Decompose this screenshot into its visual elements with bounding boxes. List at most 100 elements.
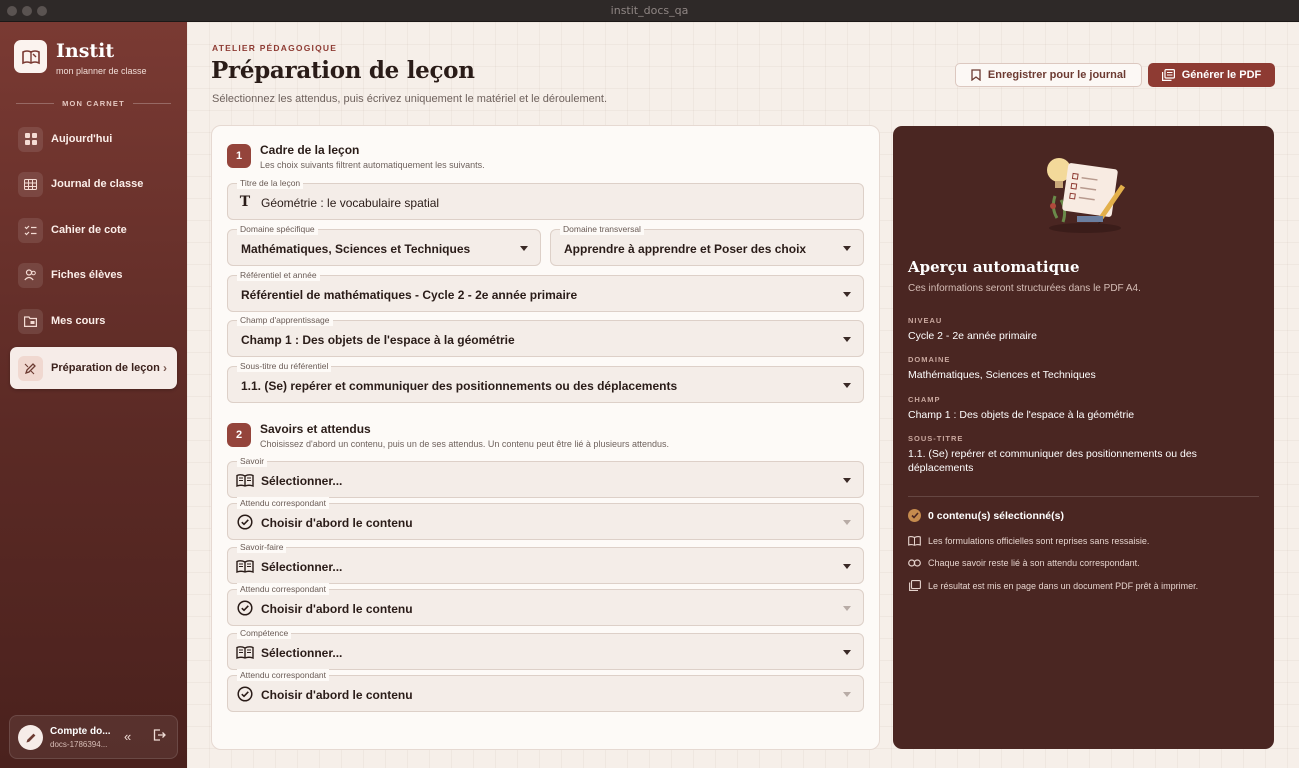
sidebar-item-label: Mes cours <box>51 315 106 327</box>
sidebar-item-cours[interactable]: Mes cours <box>10 300 177 342</box>
page-description: Sélectionnez les attendus, puis écrivez … <box>212 93 608 105</box>
savoir-select[interactable]: Savoir Sélectionner... <box>227 455 864 498</box>
sidebar-item-cahier[interactable]: Cahier de cote <box>10 209 177 251</box>
lesson-title-input[interactable]: Titre de la leçon T Géométrie : le vocab… <box>227 177 864 220</box>
preview-sous-titre: 1.1. (Se) repérer et communiquer des pos… <box>908 448 1197 474</box>
chevron-down-icon <box>843 692 851 697</box>
book-open-icon <box>236 558 254 574</box>
selected-count: 0 contenu(s) sélectionné(s) <box>908 509 1064 522</box>
chevron-right-icon: › <box>163 361 167 375</box>
preview-note: Le résultat est mis en page dans un docu… <box>908 580 1198 591</box>
grid-icon <box>18 126 43 152</box>
referentiel-select[interactable]: Référentiel et année Référentiel de math… <box>227 269 864 312</box>
chevron-down-icon <box>843 292 851 297</box>
check-circle-icon <box>236 514 254 530</box>
divider <box>908 496 1259 497</box>
pencil-icon <box>26 733 35 742</box>
competence-select[interactable]: Compétence Sélectionner... <box>227 627 864 670</box>
link-icon <box>908 559 921 567</box>
chevron-down-icon <box>520 246 528 251</box>
document-icon <box>908 580 921 591</box>
generate-pdf-button[interactable]: Générer le PDF <box>1148 63 1275 87</box>
preview-title: Aperçu automatique <box>908 258 1080 276</box>
champ-select[interactable]: Champ d'apprentissage Champ 1 : Des obje… <box>227 314 864 357</box>
page-eyebrow: ATELIER PÉDAGOGIQUE <box>212 43 338 53</box>
chevron-down-icon <box>843 564 851 569</box>
book-open-icon <box>236 644 254 660</box>
save-to-journal-button[interactable]: Enregistrer pour le journal <box>955 63 1142 87</box>
attendu-select-3[interactable]: Attendu correspondant Choisir d'abord le… <box>227 669 864 712</box>
sidebar-item-journal[interactable]: Journal de classe <box>10 163 177 205</box>
preview-note: Les formulations officielles sont repris… <box>908 536 1149 546</box>
sidebar-section-label: MON CARNET <box>16 99 171 108</box>
window-titlebar: instit_docs_qa <box>0 0 1299 22</box>
lesson-illustration-icon <box>1047 158 1126 233</box>
book-icon <box>21 49 40 64</box>
attendu-select-1[interactable]: Attendu correspondant Choisir d'abord le… <box>227 497 864 540</box>
page-title: Préparation de leçon <box>211 57 475 84</box>
check-circle-icon <box>236 686 254 702</box>
avatar[interactable] <box>18 725 43 750</box>
sidebar-item-fiches[interactable]: Fiches élèves <box>10 254 177 296</box>
account-id: docs-1786394... <box>50 740 108 749</box>
section-subtitle: Choisissez d'abord un contenu, puis un d… <box>260 439 669 449</box>
folder-icon <box>18 308 43 334</box>
sidebar-item-label: Journal de classe <box>51 178 144 190</box>
preview-niveau: Cycle 2 - 2e année primaire <box>908 330 1037 342</box>
logout-icon[interactable] <box>153 729 166 744</box>
chevron-down-icon <box>843 520 851 525</box>
table-icon <box>18 171 43 197</box>
document-icon <box>1161 69 1175 81</box>
lesson-title-value: Géométrie : le vocabulaire spatial <box>261 196 440 210</box>
step-number: 2 <box>227 423 251 447</box>
chevron-down-icon <box>843 383 851 388</box>
book-open-icon <box>908 536 921 546</box>
preview-domaine-label: DOMAINE <box>908 355 951 364</box>
preview-champ-label: CHAMP <box>908 395 941 404</box>
sidebar-item-today[interactable]: Aujourd'hui <box>10 118 177 160</box>
sous-titre-select[interactable]: Sous-titre du référentiel 1.1. (Se) repé… <box>227 360 864 403</box>
checklist-icon <box>18 217 43 243</box>
app-logo <box>14 40 47 73</box>
preview-champ: Champ 1 : Des objets de l'espace à la gé… <box>908 409 1135 421</box>
sidebar-item-preparation[interactable]: Préparation de leçon › <box>10 347 177 389</box>
text-icon: T <box>239 194 251 210</box>
account-name: Compte do... <box>50 726 111 737</box>
app-name: Instit <box>56 40 115 62</box>
preview-domaine: Mathématiques, Sciences et Techniques <box>908 369 1096 381</box>
preview-sous-titre-label: SOUS-TITRE <box>908 434 964 443</box>
preview-panel: Aperçu automatique Ces informations sero… <box>893 126 1274 749</box>
preview-niveau-label: NIVEAU <box>908 316 943 325</box>
check-badge-icon <box>908 509 921 522</box>
chevron-down-icon <box>843 478 851 483</box>
section-title: Cadre de la leçon <box>260 143 360 157</box>
preview-subtitle: Ces informations seront structurées dans… <box>908 283 1141 294</box>
sidebar-item-label: Préparation de leçon <box>51 362 160 374</box>
domaine-transversal-select[interactable]: Domaine transversal Apprendre à apprendr… <box>550 223 864 266</box>
check-circle-icon <box>236 600 254 616</box>
section-title: Savoirs et attendus <box>260 422 371 436</box>
lesson-form-card: 1 Cadre de la leçon Les choix suivants f… <box>211 125 880 750</box>
domaine-specifique-select[interactable]: Domaine spécifique Mathématiques, Scienc… <box>227 223 541 266</box>
chevron-down-icon <box>843 650 851 655</box>
sidebar-item-label: Aujourd'hui <box>51 133 113 145</box>
app-tagline: mon planner de classe <box>56 66 147 76</box>
edit-icon <box>18 355 43 381</box>
savoir-faire-select[interactable]: Savoir-faire Sélectionner... <box>227 541 864 584</box>
preview-note: Chaque savoir reste lié à son attendu co… <box>908 558 1140 568</box>
book-open-icon <box>236 472 254 488</box>
bookmark-icon <box>971 69 981 81</box>
main-content: ATELIER PÉDAGOGIQUE Préparation de leçon… <box>187 22 1299 768</box>
sidebar: Instit mon planner de classe MON CARNET … <box>0 22 187 768</box>
chevron-down-icon <box>843 606 851 611</box>
users-icon <box>18 262 43 288</box>
sidebar-item-label: Cahier de cote <box>51 224 127 236</box>
account-panel: Compte do... docs-1786394... « <box>9 715 178 759</box>
collapse-sidebar-icon[interactable]: « <box>124 729 131 744</box>
window-title: instit_docs_qa <box>610 4 689 17</box>
chevron-down-icon <box>843 337 851 342</box>
attendu-select-2[interactable]: Attendu correspondant Choisir d'abord le… <box>227 583 864 626</box>
step-number: 1 <box>227 144 251 168</box>
sidebar-item-label: Fiches élèves <box>51 269 123 281</box>
section-subtitle: Les choix suivants filtrent automatiquem… <box>260 160 485 170</box>
